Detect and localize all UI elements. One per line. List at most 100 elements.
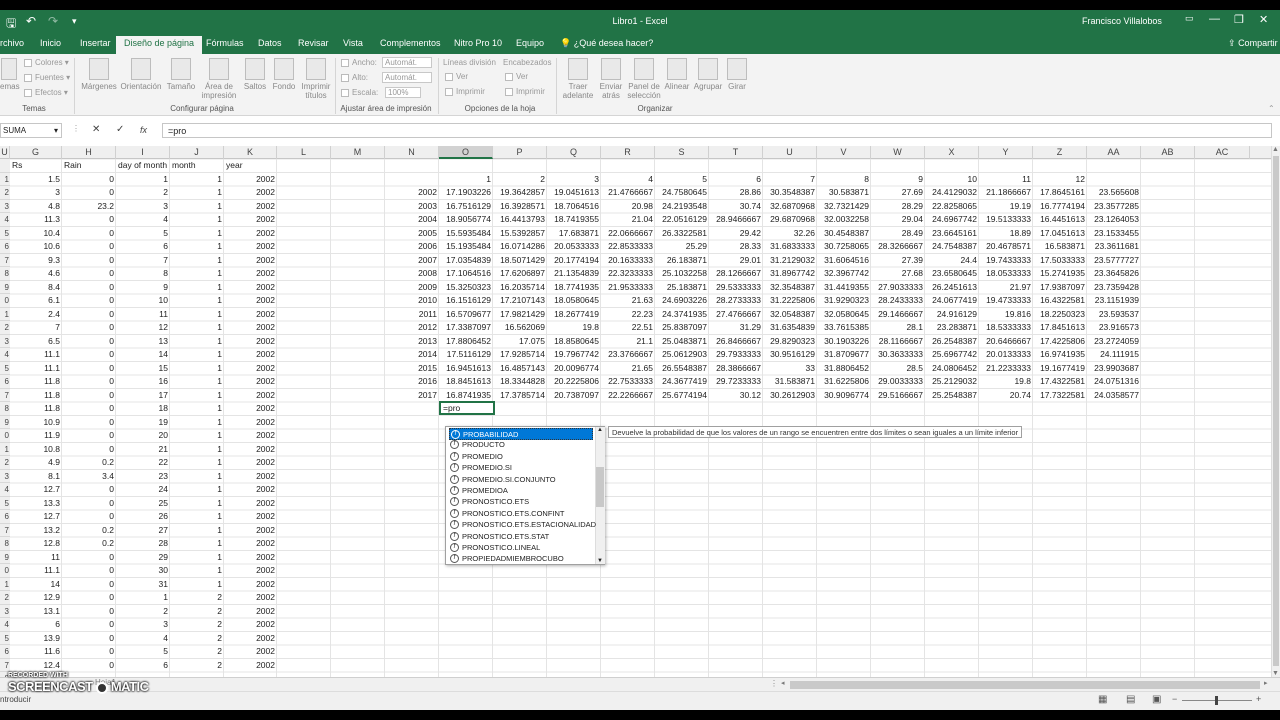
average-cell[interactable]: 23.2724059 bbox=[1087, 335, 1141, 348]
average-cell[interactable]: 25.1032258 bbox=[655, 267, 709, 280]
column-header-l[interactable]: L bbox=[277, 146, 331, 159]
average-cell[interactable]: 25.29 bbox=[655, 240, 709, 253]
average-cell[interactable]: 16.4322581 bbox=[1033, 294, 1087, 307]
row-header[interactable]: 2 bbox=[0, 321, 10, 335]
table-cell[interactable]: 10.9 bbox=[10, 416, 62, 429]
print-titles-button[interactable]: Imprimir títulos bbox=[298, 58, 334, 100]
average-cell[interactable]: 29.04 bbox=[871, 213, 925, 226]
table-cell[interactable]: 5 bbox=[116, 227, 170, 240]
average-cell[interactable]: 28.49 bbox=[871, 227, 925, 240]
average-cell[interactable]: 30.583871 bbox=[817, 186, 871, 199]
average-cell[interactable]: 21.04 bbox=[601, 213, 655, 226]
month-header-cell[interactable]: 5 bbox=[655, 173, 709, 186]
table-cell[interactable]: 2002 bbox=[224, 429, 277, 442]
table-cell[interactable]: 14 bbox=[10, 578, 62, 591]
average-cell[interactable]: 25.8387097 bbox=[655, 321, 709, 334]
average-cell[interactable]: 16.7516129 bbox=[439, 200, 493, 213]
tab-nitro[interactable]: Nitro Pro 10 bbox=[454, 38, 502, 48]
year-cell[interactable]: 2006 bbox=[385, 240, 439, 253]
rotate-button[interactable]: Girar bbox=[724, 58, 750, 91]
month-header-cell[interactable]: 11 bbox=[979, 173, 1033, 186]
average-cell[interactable]: 20.0096774 bbox=[547, 362, 601, 375]
average-cell[interactable]: 19.3642857 bbox=[493, 186, 547, 199]
width-dropdown[interactable]: Automát. bbox=[382, 57, 432, 68]
row-header[interactable]: 8 bbox=[0, 402, 10, 416]
average-cell[interactable]: 30.1903226 bbox=[817, 335, 871, 348]
table-cell[interactable]: 13.3 bbox=[10, 497, 62, 510]
table-cell[interactable]: 11.1 bbox=[10, 348, 62, 361]
table-cell[interactable]: 1 bbox=[116, 591, 170, 604]
table-cell[interactable]: 11.1 bbox=[10, 362, 62, 375]
average-cell[interactable]: 24.7580645 bbox=[655, 186, 709, 199]
average-cell[interactable]: 17.9285714 bbox=[493, 348, 547, 361]
table-cell[interactable]: 25 bbox=[116, 497, 170, 510]
table-cell[interactable]: 2002 bbox=[224, 389, 277, 402]
average-cell[interactable]: 19.5133333 bbox=[979, 213, 1033, 226]
insert-function-icon[interactable]: fx bbox=[140, 125, 147, 135]
average-cell[interactable]: 25.0612903 bbox=[655, 348, 709, 361]
table-cell[interactable]: 0 bbox=[62, 375, 116, 388]
average-cell[interactable]: 30.9516129 bbox=[763, 348, 817, 361]
year-cell[interactable]: 2003 bbox=[385, 200, 439, 213]
average-cell[interactable]: 24.0751316 bbox=[1087, 375, 1141, 388]
average-cell[interactable]: 20.74 bbox=[979, 389, 1033, 402]
average-cell[interactable]: 29.42 bbox=[709, 227, 763, 240]
average-cell[interactable]: 18.7741935 bbox=[547, 281, 601, 294]
drag-handle-icon[interactable]: ⋮ bbox=[72, 124, 80, 133]
table-cell[interactable]: 18 bbox=[116, 402, 170, 415]
average-cell[interactable]: 18.0580645 bbox=[547, 294, 601, 307]
table-cell[interactable]: 0 bbox=[62, 632, 116, 645]
average-cell[interactable]: 30.3633333 bbox=[871, 348, 925, 361]
average-cell[interactable]: 23.9903687 bbox=[1087, 362, 1141, 375]
table-cell[interactable]: 2002 bbox=[224, 348, 277, 361]
table-cell[interactable]: 14 bbox=[116, 348, 170, 361]
table-cell[interactable]: 2002 bbox=[224, 240, 277, 253]
column-header-y[interactable]: Y bbox=[979, 146, 1033, 159]
average-cell[interactable]: 17.683871 bbox=[547, 227, 601, 240]
month-header-cell[interactable]: 7 bbox=[763, 173, 817, 186]
table-cell[interactable]: 10 bbox=[116, 294, 170, 307]
column-header-z[interactable]: Z bbox=[1033, 146, 1087, 159]
active-cell-editor[interactable]: =pro bbox=[439, 401, 495, 415]
average-cell[interactable]: 22.8533333 bbox=[601, 240, 655, 253]
row-header[interactable]: 3 bbox=[0, 200, 10, 213]
average-cell[interactable]: 21.1354839 bbox=[547, 267, 601, 280]
page-break-view-icon[interactable]: ▣ bbox=[1152, 694, 1161, 705]
year-cell[interactable]: 2007 bbox=[385, 254, 439, 267]
table-cell[interactable]: 0.2 bbox=[62, 524, 116, 537]
table-cell[interactable]: 17 bbox=[116, 389, 170, 402]
average-cell[interactable]: 30.4548387 bbox=[817, 227, 871, 240]
average-cell[interactable]: 30.3548387 bbox=[763, 186, 817, 199]
average-cell[interactable]: 16.9451613 bbox=[439, 362, 493, 375]
table-cell[interactable]: 10.8 bbox=[10, 443, 62, 456]
breaks-button[interactable]: Saltos bbox=[240, 58, 270, 91]
table-cell[interactable]: 0 bbox=[62, 335, 116, 348]
table-cell[interactable]: 7 bbox=[116, 254, 170, 267]
row-header[interactable]: 1 bbox=[0, 308, 10, 321]
average-cell[interactable]: 29.7933333 bbox=[709, 348, 763, 361]
row-header[interactable]: 1 bbox=[0, 578, 10, 591]
average-cell[interactable]: 16.2035714 bbox=[493, 281, 547, 294]
table-cell[interactable]: 0 bbox=[62, 659, 116, 672]
autocomplete-item[interactable]: f PRONOSTICO.ETS.CONFINT bbox=[449, 508, 593, 520]
print-area-button[interactable]: Área de impresión bbox=[200, 58, 238, 100]
table-cell[interactable]: 0 bbox=[62, 173, 116, 186]
average-cell[interactable]: 23.1151939 bbox=[1087, 294, 1141, 307]
average-cell[interactable]: 19.7967742 bbox=[547, 348, 601, 361]
average-cell[interactable]: 31.2225806 bbox=[763, 294, 817, 307]
scroll-down-icon[interactable]: ▼ bbox=[597, 558, 603, 564]
table-cell[interactable]: 11 bbox=[10, 551, 62, 564]
year-cell[interactable]: 2009 bbox=[385, 281, 439, 294]
column-header-i[interactable]: I bbox=[116, 146, 170, 159]
table-cell[interactable]: 8 bbox=[116, 267, 170, 280]
table-cell[interactable]: 1 bbox=[170, 308, 224, 321]
row-header[interactable]: 0 bbox=[0, 429, 10, 443]
average-cell[interactable]: 25.183871 bbox=[655, 281, 709, 294]
average-cell[interactable]: 30.2612903 bbox=[763, 389, 817, 402]
scale-spinner[interactable]: 100% bbox=[385, 87, 421, 98]
average-cell[interactable]: 21.2233333 bbox=[979, 362, 1033, 375]
average-cell[interactable]: 26.2451613 bbox=[925, 281, 979, 294]
row-header[interactable]: 4 bbox=[0, 618, 10, 632]
average-cell[interactable]: 26.3322581 bbox=[655, 227, 709, 240]
table-cell[interactable]: 0 bbox=[62, 227, 116, 240]
